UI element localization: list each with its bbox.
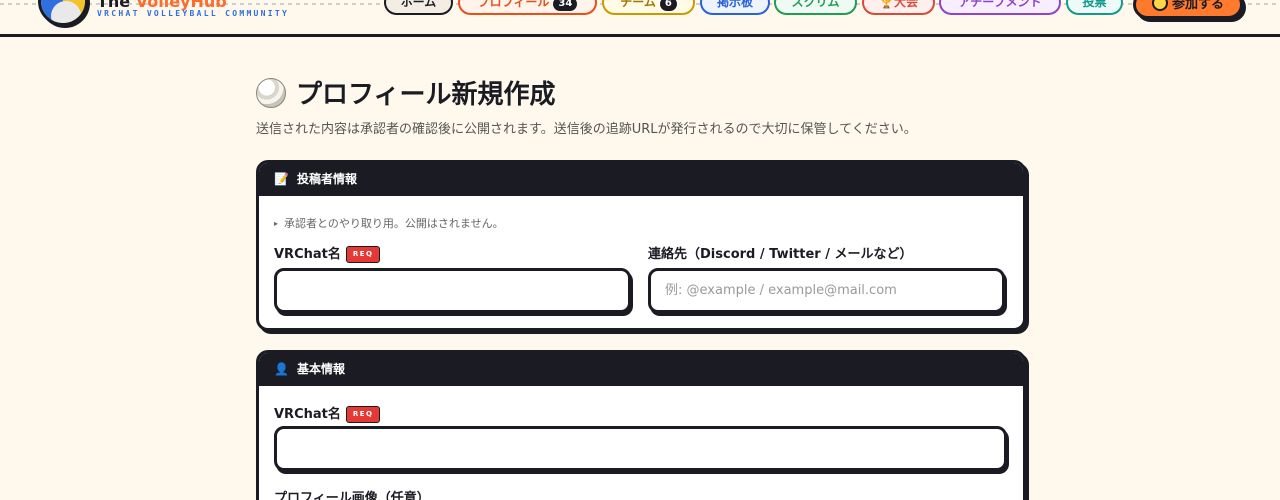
nav-vote-label: 投票 [1082, 0, 1107, 9]
nav-home[interactable]: ホーム [384, 0, 453, 15]
page-description: 送信された内容は承認者の確認後に公開されます。送信後の追跡URLが発行されるので… [256, 122, 917, 137]
poster-info-header: 📝 投稿者情報 [259, 163, 1023, 196]
poster-info-note-text: 承認者とのやり取り用。公開はされません。 [284, 217, 504, 230]
volleyball-icon [256, 78, 286, 108]
nav-scrim[interactable]: スクリム [774, 0, 857, 15]
contact-input[interactable] [648, 268, 1005, 313]
basic-vrchat-input[interactable] [274, 426, 1007, 471]
basic-vrchat-label: VRChat名 REQ [274, 403, 381, 423]
contact-label: 連絡先（Discord / Twitter / メールなど） [648, 247, 913, 262]
poster-vrchat-input[interactable] [274, 268, 631, 313]
compass-icon [1151, 0, 1168, 11]
brand-subtitle: VRCHAT VOLLEYBALL COMMUNITY [97, 9, 290, 18]
poster-info-title: 投稿者情報 [296, 172, 357, 186]
nav-profile-count-badge: 34 [553, 0, 578, 11]
nav-tournament-label: 大会 [893, 0, 918, 9]
required-badge: REQ [345, 246, 381, 263]
poster-vrchat-label: VRChat名 REQ [274, 243, 381, 263]
page-title: プロフィール新規作成 [256, 74, 555, 111]
nav-home-label: ホーム [400, 0, 437, 9]
join-button-label: 参加する [1171, 0, 1224, 12]
nav-team[interactable]: チーム 6 [602, 0, 695, 15]
volleyball-logo-icon[interactable] [38, 0, 88, 26]
nav-vote[interactable]: 投票 [1066, 0, 1123, 15]
trophy-icon: 🏆 [879, 0, 894, 9]
memo-icon: 📝 [274, 172, 289, 186]
nav-board-label: 掲示板 [716, 0, 753, 9]
poster-info-note: ▸ 承認者とのやり取り用。公開はされません。 [274, 215, 504, 231]
nav-tournament[interactable]: 🏆大会 [862, 0, 935, 15]
page-title-text: プロフィール新規作成 [296, 80, 556, 110]
nav-achievement-label: アチーブメント [958, 0, 1042, 9]
required-badge: REQ [345, 406, 381, 423]
profile-image-label: プロフィール画像（任意） [274, 491, 430, 500]
person-icon: 👤 [274, 362, 289, 376]
nav-profile[interactable]: プロフィール 34 [458, 0, 597, 15]
poster-vrchat-label-text: VRChat名 [274, 247, 341, 262]
nav-team-count-badge: 6 [659, 0, 677, 11]
nav-scrim-label: スクリム [791, 0, 840, 9]
triangle-bullet-icon: ▸ [274, 219, 279, 228]
basic-vrchat-label-text: VRChat名 [274, 407, 341, 422]
nav-profile-label: プロフィール [477, 0, 550, 9]
top-header: The VolleyHub VRCHAT VOLLEYBALL COMMUNIT… [0, 0, 1280, 37]
join-button[interactable]: 参加する [1133, 0, 1243, 19]
nav-team-label: チーム [620, 0, 656, 9]
nav-achievement[interactable]: アチーブメント [939, 0, 1061, 15]
basic-info-title: 基本情報 [296, 362, 345, 376]
nav-board[interactable]: 掲示板 [700, 0, 770, 15]
poster-info-card: 📝 投稿者情報 ▸ 承認者とのやり取り用。公開はされません。 VRChat名 REQ … [256, 160, 1026, 331]
basic-info-card: 👤 基本情報 VRChat名 REQ プロフィール画像（任意） [256, 350, 1026, 500]
basic-info-header: 👤 基本情報 [259, 353, 1023, 386]
